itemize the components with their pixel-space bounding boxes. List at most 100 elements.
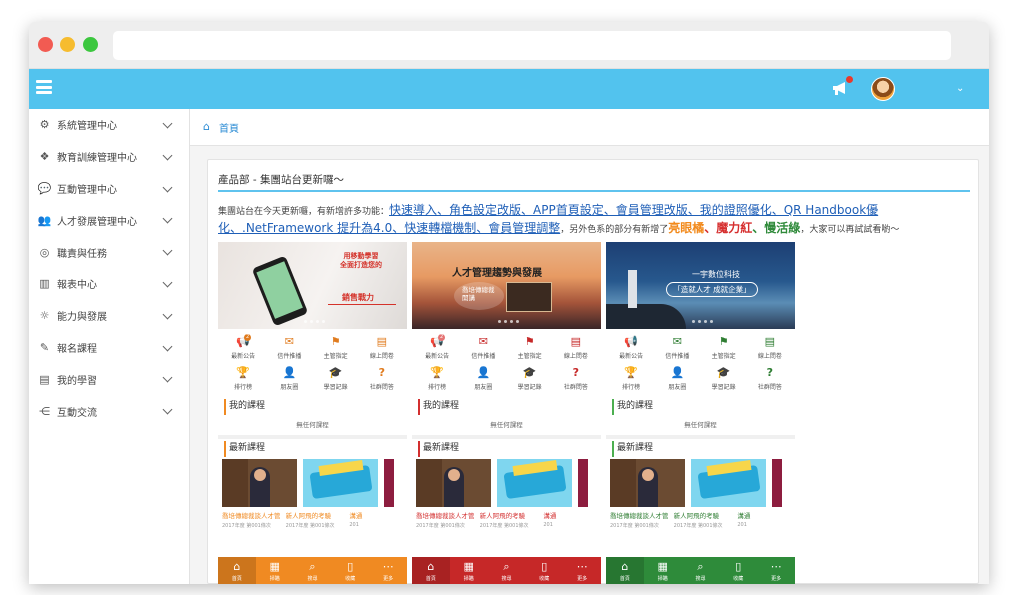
sidebar: ⚙ 系統管理中心 ❖ 教育訓練管理中心 💬 互動管理中心 👥 人才發展管理中心 … [29, 109, 190, 584]
chevron-down-icon [162, 213, 173, 224]
grid-item-announcement[interactable]: 📢 最新公告 [608, 335, 654, 365]
course-title[interactable]: 喬培傳總裁談人才管... [610, 510, 668, 520]
intro-prefix: 集團站台在今天更新囉，有新增許多功能： [218, 207, 390, 217]
grid-item-assigned[interactable]: ⚑ 主管指定 [507, 335, 553, 365]
document-icon: ▤ [764, 335, 776, 348]
course-thumbnail[interactable] [303, 459, 378, 507]
new-courses-section: 最新課程 [412, 441, 601, 457]
course-meta-text: 201 [543, 522, 553, 528]
menu-icon[interactable] [36, 80, 52, 94]
grid-item-survey[interactable]: ▤ 線上問卷 [747, 335, 793, 365]
tab-scan[interactable]: ▦ 掃瞄 [256, 557, 294, 584]
chevron-down-icon[interactable]: ⌄ [956, 83, 964, 94]
sidebar-item-label: 報名課程 [57, 343, 97, 355]
banner-pager[interactable] [692, 320, 713, 323]
tab-favorites[interactable]: ▯ 收藏 [525, 557, 563, 584]
app-screenshot-red: 人才管理趨勢與發展 喬培傳總裁 開講 📢 2 最新公告 ✉ 信件推播 ⚑ 主管指定 ▤ 線上… [412, 242, 601, 584]
home-icon[interactable]: ⌂ [203, 121, 215, 132]
grid-item-label: 學習記錄 [323, 384, 348, 391]
tab-home[interactable]: ⌂ 首頁 [412, 557, 450, 584]
megaphone-icon[interactable] [831, 80, 849, 96]
chevron-down-icon [162, 150, 173, 161]
grid-item-ranking[interactable]: 🏆 排行榜 [220, 366, 266, 396]
grid-item-assigned[interactable]: ⚑ 主管指定 [701, 335, 747, 365]
sidebar-item-duties[interactable]: ◎ 職責與任務 [29, 236, 189, 268]
edit-icon: ✎ [39, 340, 50, 354]
grid-item-records[interactable]: 🎓 學習記錄 [701, 366, 747, 396]
grid-item-qa[interactable]: ? 社群問答 [747, 366, 793, 396]
avatar[interactable] [871, 77, 895, 101]
minimize-window-button[interactable] [60, 37, 75, 52]
sidebar-item-enroll[interactable]: ✎ 報名課程 [29, 332, 189, 364]
grid-item-friends[interactable]: 👤 朋友圈 [266, 366, 312, 396]
tab-search[interactable]: ⌕ 搜尋 [294, 557, 332, 584]
tab-scan[interactable]: ▦ 掃瞄 [644, 557, 682, 584]
course-thumbnail[interactable] [610, 459, 685, 507]
sidebar-item-exchange[interactable]: ⋲ 互動交流 [29, 395, 189, 427]
grid-item-mail[interactable]: ✉ 信件推播 [266, 335, 312, 365]
tab-home[interactable]: ⌂ 首頁 [218, 557, 256, 584]
course-title[interactable]: 溝通 [737, 510, 795, 520]
sun-icon: ☼ [39, 309, 50, 323]
grid-item-survey[interactable]: ▤ 線上問卷 [359, 335, 405, 365]
course-title[interactable]: 喬培傳總裁談人才管... [222, 510, 280, 520]
tab-home[interactable]: ⌂ 首頁 [606, 557, 644, 584]
bar-chart-icon: ▥ [39, 277, 50, 291]
course-title[interactable]: 新人阿飛的考驗 [286, 510, 344, 520]
tab-more[interactable]: ⋯ 更多 [369, 557, 407, 584]
banner-pager[interactable] [304, 320, 325, 323]
course-title[interactable]: 溝通 [349, 510, 407, 520]
sidebar-item-training[interactable]: ❖ 教育訓練管理中心 [29, 141, 189, 173]
grid-item-ranking[interactable]: 🏆 排行榜 [414, 366, 460, 396]
tab-search[interactable]: ⌕ 搜尋 [488, 557, 526, 584]
course-title[interactable]: 喬培傳總裁談人才管... [416, 510, 474, 520]
grid-item-ranking[interactable]: 🏆 排行榜 [608, 366, 654, 396]
sidebar-item-system[interactable]: ⚙ 系統管理中心 [29, 109, 189, 141]
course-thumbnail[interactable] [416, 459, 491, 507]
sidebar-item-my-learning[interactable]: ▤ 我的學習 [29, 363, 189, 395]
tab-more[interactable]: ⋯ 更多 [757, 557, 795, 584]
question-icon: ? [572, 366, 580, 379]
course-thumbnail[interactable] [497, 459, 572, 507]
person-icon: 👤 [670, 366, 685, 379]
course-title[interactable]: 新人阿飛的考驗 [674, 510, 732, 520]
course-thumbnail[interactable] [222, 459, 297, 507]
tab-scan[interactable]: ▦ 掃瞄 [450, 557, 488, 584]
sidebar-item-ability[interactable]: ☼ 能力與發展 [29, 300, 189, 332]
banner-pager[interactable] [498, 320, 519, 323]
grid-item-friends[interactable]: 👤 朋友圈 [654, 366, 700, 396]
course-thumbnail[interactable] [691, 459, 766, 507]
tab-search[interactable]: ⌕ 搜尋 [682, 557, 720, 584]
grid-item-announcement[interactable]: 📢 2 最新公告 [414, 334, 460, 365]
grid-item-survey[interactable]: ▤ 線上問卷 [553, 335, 599, 365]
phone-image [251, 255, 309, 327]
sidebar-item-talent[interactable]: 👥 人才發展管理中心 [29, 204, 189, 236]
video-thumbnail[interactable] [506, 282, 552, 312]
course-title[interactable]: 新人阿飛的考驗 [480, 510, 538, 520]
sidebar-item-interaction[interactable]: 💬 互動管理中心 [29, 173, 189, 205]
tab-favorites[interactable]: ▯ 收藏 [719, 557, 757, 584]
address-bar[interactable] [113, 31, 951, 60]
grid-item-mail[interactable]: ✉ 信件推播 [654, 335, 700, 365]
grid-item-records[interactable]: 🎓 學習記錄 [507, 366, 553, 396]
banner-underline [328, 304, 396, 305]
course-thumbnail[interactable] [578, 459, 588, 507]
sidebar-item-reports[interactable]: ▥ 報表中心 [29, 268, 189, 300]
grid-item-announcement[interactable]: 📢 2 最新公告 [220, 334, 266, 365]
grid-item-label: 主管指定 [517, 353, 542, 360]
grid-item-mail[interactable]: ✉ 信件推播 [460, 335, 506, 365]
breadcrumb-home[interactable]: 首頁 [219, 120, 239, 135]
maximize-window-button[interactable] [83, 37, 98, 52]
course-thumbnail[interactable] [384, 459, 394, 507]
course-thumbnail[interactable] [772, 459, 782, 507]
tab-more[interactable]: ⋯ 更多 [563, 557, 601, 584]
grid-item-qa[interactable]: ? 社群問答 [553, 366, 599, 396]
grid-item-friends[interactable]: 👤 朋友圈 [460, 366, 506, 396]
grid-item-assigned[interactable]: ⚑ 主管指定 [313, 335, 359, 365]
course-title[interactable]: 溝通 [543, 510, 601, 520]
grid-item-qa[interactable]: ? 社群問答 [359, 366, 405, 396]
book-icon: ▤ [39, 372, 50, 386]
grid-item-records[interactable]: 🎓 學習記錄 [313, 366, 359, 396]
tab-favorites[interactable]: ▯ 收藏 [331, 557, 369, 584]
close-window-button[interactable] [38, 37, 53, 52]
